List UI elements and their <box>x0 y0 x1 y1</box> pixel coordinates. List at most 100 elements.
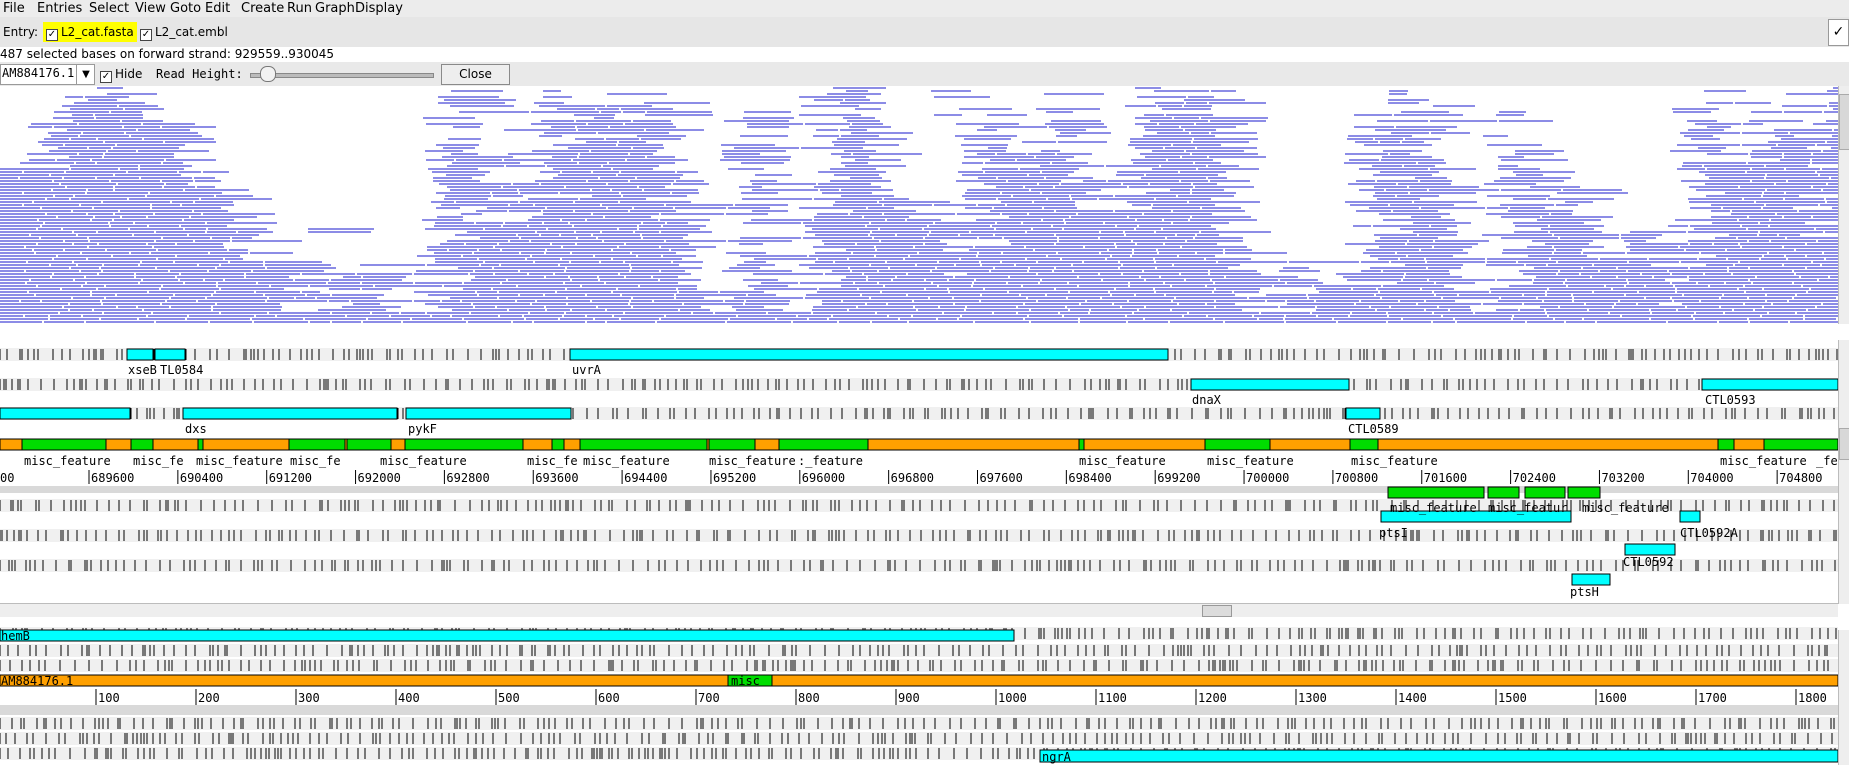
label-CTL0593: CTL0593 <box>1705 393 1756 407</box>
frame-line <box>0 559 1838 572</box>
misc-feature-block[interactable] <box>708 438 756 451</box>
bottom-scrollbar-vertical[interactable] <box>1838 630 1849 765</box>
label-misc: misc_featur <box>1488 501 1567 515</box>
label-misc: misc_fe <box>133 454 184 468</box>
menu-run[interactable]: Run <box>287 0 312 17</box>
label-misc: misc_feature <box>380 454 467 468</box>
cds-xseB[interactable] <box>126 348 154 361</box>
read-coverage-stack <box>0 87 1838 323</box>
misc-feature-block[interactable] <box>551 438 565 451</box>
cds-CTL0592[interactable] <box>1624 543 1676 556</box>
menu-view[interactable]: View <box>135 0 166 17</box>
read-height-slider-thumb[interactable] <box>260 66 276 82</box>
source-feature[interactable] <box>0 438 1838 451</box>
cds-left[interactable] <box>0 407 131 420</box>
checkbox-icon[interactable]: ✓ <box>100 71 112 83</box>
ruler-top: 00 689600 690400 691200 692000 692800 693600 69… <box>0 470 1823 485</box>
sequence-select-value: AM884176.1 <box>2 66 75 80</box>
misc-feature-block[interactable] <box>130 438 154 451</box>
bam-controls: AM884176.1 ▼ ✓ Hide Read Height: Close <box>0 62 1849 86</box>
misc-feature-block[interactable] <box>1204 438 1271 451</box>
menu-file[interactable]: File <box>3 0 25 17</box>
menu-create[interactable]: Create <box>241 0 284 17</box>
misc-feature-block[interactable] <box>1078 438 1085 451</box>
label-misc: misc_fe <box>527 454 578 468</box>
misc-feature-block[interactable] <box>404 438 524 451</box>
ruler-band <box>0 705 1838 715</box>
label-source: AM884176.1 <box>1 674 73 688</box>
cds-uvrA[interactable] <box>569 348 1169 361</box>
ruler-tick-label: 698400 <box>1068 471 1111 485</box>
misc-feature-block[interactable] <box>1763 438 1838 451</box>
menu-display[interactable]: Display <box>355 0 403 17</box>
label-xseB: xseB <box>128 363 157 377</box>
cds-TL0584[interactable] <box>154 348 186 361</box>
label-misc: misc_feature <box>196 454 283 468</box>
menu-goto[interactable]: Goto <box>170 0 201 17</box>
cds-CTL0589[interactable] <box>1345 407 1381 420</box>
cds-dnaX[interactable] <box>1190 378 1350 391</box>
reads-path <box>0 87 1838 323</box>
read-height-slider[interactable] <box>250 73 434 78</box>
checkbox-icon[interactable]: ✓ <box>140 29 152 41</box>
ruler-tick-label: 200 <box>198 691 220 705</box>
checkbox-icon[interactable]: ✓ <box>46 29 58 41</box>
sequence-select[interactable]: AM884176.1 ▼ <box>0 64 95 85</box>
label-ngrA: ngrA <box>1042 750 1072 764</box>
menu-edit[interactable]: Edit <box>205 0 230 17</box>
feature-scroll-thumb[interactable] <box>1839 428 1849 460</box>
label-hemB: hemB <box>1 629 30 643</box>
misc-feature-reverse[interactable] <box>1487 486 1520 499</box>
entry-embl-name: L2_cat.embl <box>155 25 228 39</box>
reads-scroll-thumb[interactable] <box>1839 94 1849 150</box>
misc-feature-block[interactable] <box>288 438 346 451</box>
menu-graph[interactable]: Graph <box>315 0 355 17</box>
cds-CTL0592A[interactable] <box>1679 510 1701 523</box>
horizontal-scroll-thumb[interactable] <box>1202 605 1232 617</box>
cds-ngrA[interactable] <box>1039 749 1838 763</box>
feature-scrollbar-vertical[interactable] <box>1838 340 1849 604</box>
misc-feature-reverse[interactable] <box>1387 486 1485 499</box>
ruler-tick-label: 701600 <box>1424 471 1467 485</box>
misc-feature-reverse[interactable] <box>1524 486 1566 499</box>
cds-dxs[interactable] <box>182 407 398 420</box>
cds-hemB[interactable] <box>0 629 1015 642</box>
label-misc: misc_feature <box>24 454 111 468</box>
entry-embl-toggle[interactable]: ✓ L2_cat.embl <box>137 22 231 42</box>
label-misc: misc_feature <box>1720 454 1807 468</box>
misc-feature-reverse[interactable] <box>1567 486 1601 499</box>
label-uvrA: uvrA <box>572 363 602 377</box>
misc-feature-block[interactable] <box>778 438 869 451</box>
misc-feature-block[interactable] <box>197 438 204 451</box>
ruler-tick-label: 600 <box>598 691 620 705</box>
hide-toggle[interactable]: ✓ Hide <box>100 67 142 83</box>
entry-label: Entry: <box>3 25 39 39</box>
selection-status: 487 selected bases on forward strand: 92… <box>0 47 1849 62</box>
ruler-tick-label: 700000 <box>1246 471 1289 485</box>
chevron-down-icon[interactable]: ▼ <box>76 65 95 84</box>
panel-check-icon[interactable]: ✓ <box>1828 19 1849 46</box>
cds-pykF[interactable] <box>405 407 572 420</box>
entry-fasta-toggle[interactable]: ✓ L2_cat.fasta <box>43 22 137 42</box>
cds-ptsH[interactable] <box>1571 573 1611 586</box>
menu-select[interactable]: Select <box>89 0 129 17</box>
close-button[interactable]: Close <box>441 64 510 85</box>
frame-line <box>0 659 1838 672</box>
misc-feature-block[interactable] <box>21 438 107 451</box>
reads-scrollbar[interactable] <box>1838 86 1849 324</box>
frame-line <box>0 732 1838 745</box>
label-misc: misc_feature <box>583 454 670 468</box>
source-feature[interactable] <box>0 674 1838 687</box>
misc-feature-block[interactable] <box>346 438 392 451</box>
misc-feature-block[interactable] <box>579 438 708 451</box>
label-misc: misc <box>731 674 760 688</box>
ruler-tick-label: 1200 <box>1198 691 1227 705</box>
misc-feature-block[interactable] <box>1717 438 1735 451</box>
menu-entries[interactable]: Entries <box>37 0 82 17</box>
cds-CTL0593[interactable] <box>1701 378 1838 391</box>
frame-line <box>0 378 1838 391</box>
misc-feature-block[interactable] <box>1349 438 1379 451</box>
ruler-tick-label: 100 <box>98 691 120 705</box>
feature-scrollbar-horizontal[interactable] <box>0 603 1838 617</box>
ruler-tick-label: 1700 <box>1698 691 1727 705</box>
